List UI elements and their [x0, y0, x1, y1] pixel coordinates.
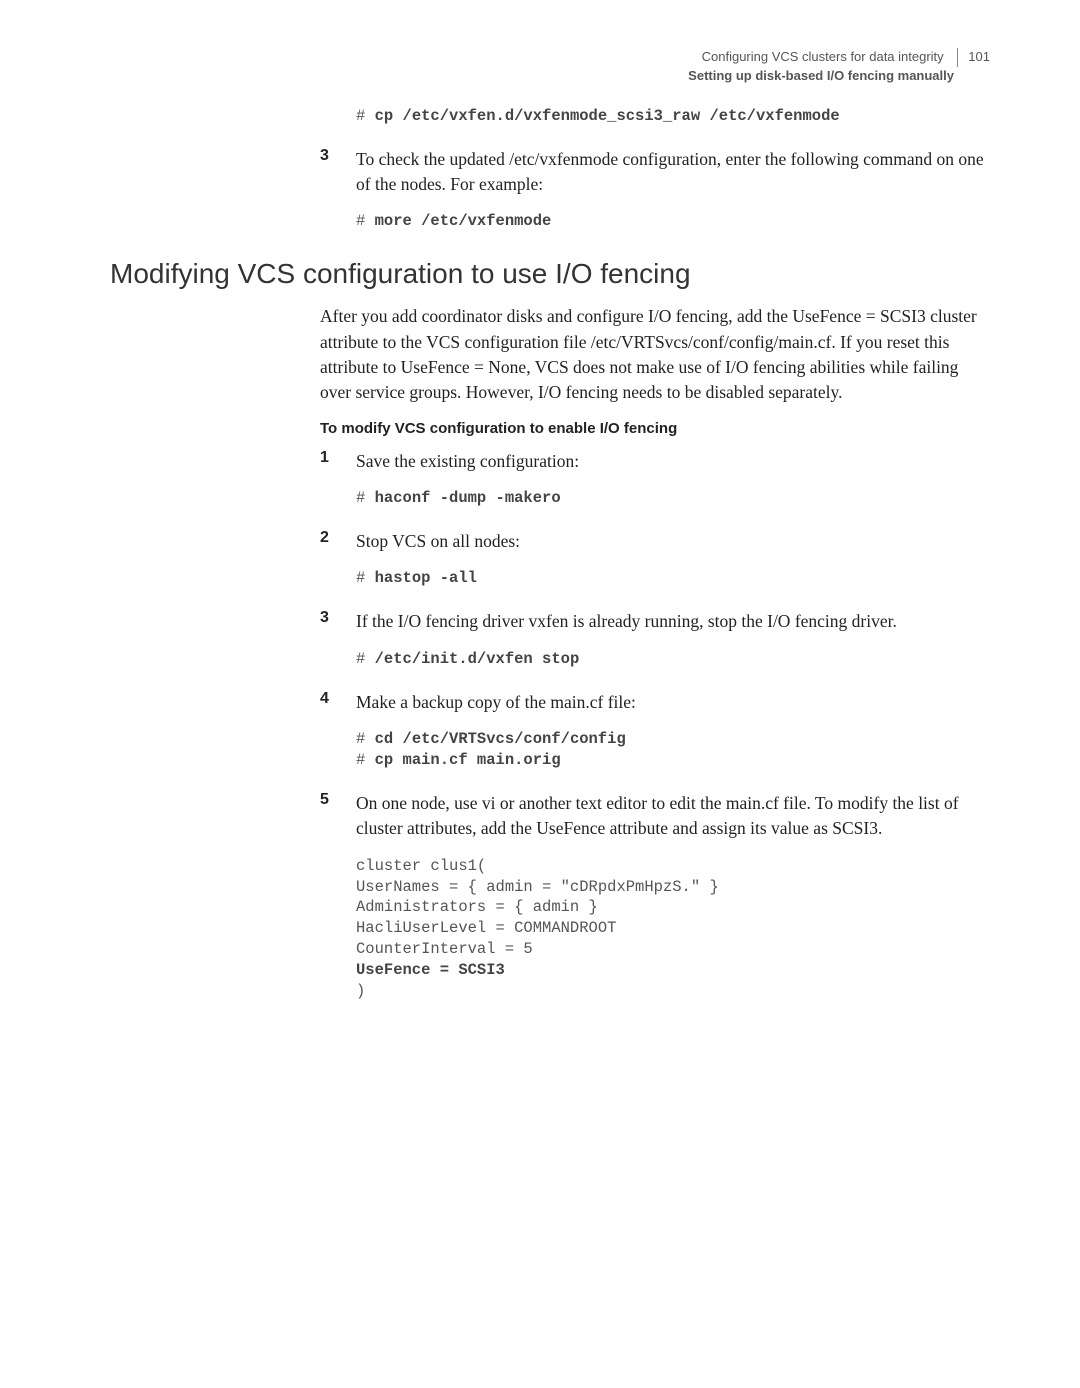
code-block-more: # more /etc/vxfenmode	[356, 211, 990, 232]
step-number: 1	[320, 449, 356, 474]
step-text: Make a backup copy of the main.cf file:	[356, 690, 636, 715]
code-block-3: # /etc/init.d/vxfen stop	[356, 649, 990, 670]
step-2: 2 Stop VCS on all nodes:	[320, 529, 990, 554]
code-line: HacliUserLevel = COMMANDROOT	[356, 919, 616, 937]
body-paragraph: After you add coordinator disks and conf…	[320, 304, 990, 406]
step-5: 5 On one node, use vi or another text ed…	[320, 791, 990, 842]
step-text: On one node, use vi or another text edit…	[356, 791, 990, 842]
code-line: cluster clus1(	[356, 857, 486, 875]
section-heading: Modifying VCS configuration to use I/O f…	[110, 258, 990, 290]
page-number: 101	[957, 48, 990, 67]
code-block-4: # cd /etc/VRTSvcs/conf/config # cp main.…	[356, 729, 990, 771]
code-line: )	[356, 982, 365, 1000]
step-number: 5	[320, 791, 356, 842]
code-block-5: cluster clus1( UserNames = { admin = "cD…	[356, 856, 990, 1002]
step-number: 3	[320, 147, 356, 198]
step-4: 4 Make a backup copy of the main.cf file…	[320, 690, 990, 715]
command-text: haconf -dump -makero	[375, 489, 561, 507]
code-block-2: # hastop -all	[356, 568, 990, 589]
command-text: cp /etc/vxfen.d/vxfenmode_scsi3_raw /etc…	[375, 107, 840, 125]
step-number: 4	[320, 690, 356, 715]
section-body: After you add coordinator disks and conf…	[320, 304, 990, 1002]
step-number: 2	[320, 529, 356, 554]
step-text: Save the existing configuration:	[356, 449, 579, 474]
step-number: 3	[320, 609, 356, 634]
code-block-1: # haconf -dump -makero	[356, 488, 990, 509]
code-line-bold: UseFence = SCSI3	[356, 961, 505, 979]
procedure-heading: To modify VCS configuration to enable I/…	[320, 420, 990, 437]
command-text: cd /etc/VRTSvcs/conf/config	[375, 730, 626, 748]
command-text: /etc/init.d/vxfen stop	[375, 650, 580, 668]
step-text: To check the updated /etc/vxfenmode conf…	[356, 147, 990, 198]
page-header: Configuring VCS clusters for data integr…	[110, 48, 990, 86]
content-region: # cp /etc/vxfen.d/vxfenmode_scsi3_raw /e…	[320, 106, 990, 233]
command-text: more /etc/vxfenmode	[375, 212, 552, 230]
step-3: 3 If the I/O fencing driver vxfen is alr…	[320, 609, 990, 634]
section-title: Setting up disk-based I/O fencing manual…	[110, 67, 954, 86]
step-intro-3: 3 To check the updated /etc/vxfenmode co…	[320, 147, 990, 198]
code-block-intro: # cp /etc/vxfen.d/vxfenmode_scsi3_raw /e…	[356, 106, 990, 127]
code-line: CounterInterval = 5	[356, 940, 533, 958]
command-text: cp main.cf main.orig	[375, 751, 561, 769]
code-line: UserNames = { admin = "cDRpdxPmHpzS." }	[356, 878, 719, 896]
step-text: If the I/O fencing driver vxfen is alrea…	[356, 609, 897, 634]
step-1: 1 Save the existing configuration:	[320, 449, 990, 474]
step-text: Stop VCS on all nodes:	[356, 529, 520, 554]
code-line: Administrators = { admin }	[356, 898, 598, 916]
chapter-title: Configuring VCS clusters for data integr…	[702, 49, 944, 64]
command-text: hastop -all	[375, 569, 477, 587]
